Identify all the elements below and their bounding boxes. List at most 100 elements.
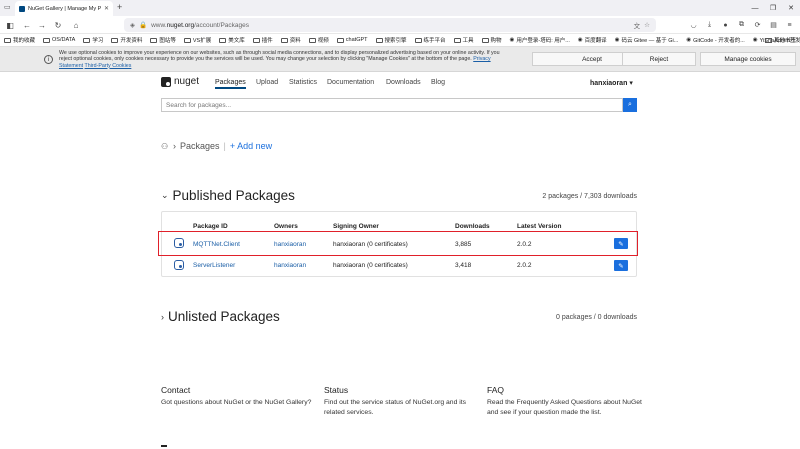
bookmark-item[interactable]: 学习 [83, 36, 103, 44]
nav-downloads[interactable]: Downloads [386, 79, 421, 86]
new-tab-icon[interactable]: + [117, 2, 122, 12]
folder-icon [43, 37, 51, 43]
bookmark-item[interactable]: ◉ GitCode - 开发者的... [686, 36, 744, 44]
reload-icon[interactable]: ↻ [51, 18, 65, 32]
unlisted-packages-header[interactable]: › Unlisted Packages [161, 309, 280, 324]
edit-package-button[interactable]: ✎ [614, 260, 628, 271]
folder-icon [252, 37, 260, 43]
shield-icon[interactable]: ◈ [130, 21, 135, 29]
person-icon[interactable]: ⚇ [161, 142, 169, 151]
published-stats: 2 packages / 7,303 downloads [542, 193, 637, 200]
latest-version: 2.0.2 [517, 262, 532, 269]
bookmark-item[interactable]: ◉ 用户登录-塔码: 用户... [510, 36, 570, 44]
breadcrumb-current: Packages [180, 141, 220, 151]
bookmark-item[interactable]: 图站等 [150, 36, 176, 44]
folder-icon [183, 37, 191, 43]
nuget-logo[interactable]: nuget [161, 76, 199, 87]
folder-icon [150, 37, 158, 43]
forward-arrow-icon[interactable]: → [35, 18, 49, 32]
menu-icon[interactable]: ≡ [783, 18, 796, 32]
folder-icon [308, 37, 316, 43]
nav-statistics[interactable]: Statistics [289, 79, 317, 86]
bookmark-item[interactable]: 视频 [308, 36, 329, 44]
package-link[interactable]: ServerListener [193, 262, 235, 269]
close-tab-icon[interactable]: ✕ [104, 5, 109, 12]
bookmark-item[interactable]: 练手平台 [414, 36, 446, 44]
footer-status: Status Find out the service status of Nu… [324, 385, 474, 417]
col-downloads: Downloads [455, 223, 490, 230]
bookmark-item[interactable]: chatGPT [336, 37, 368, 43]
bookmark-item[interactable]: 美文库 [219, 36, 245, 44]
pencil-icon: ✎ [618, 262, 624, 270]
sidebar-toggle-icon[interactable]: ◧ [3, 18, 17, 32]
footer-faq-title: FAQ [487, 385, 505, 395]
footer-contact-text[interactable]: Got questions about NuGet or the NuGet G… [161, 398, 316, 408]
cookie-banner: i We use optional cookies to improve you… [0, 47, 800, 72]
nav-packages[interactable]: Packages [215, 79, 246, 89]
footer-status-text[interactable]: Find out the service status of NuGet.org… [324, 398, 474, 417]
published-packages-header[interactable]: ⌄ Published Packages [161, 188, 295, 203]
third-party-cookies-link[interactable]: Third-Party Cookies [85, 63, 132, 69]
nav-upload[interactable]: Upload [256, 79, 278, 86]
folder-icon [336, 37, 344, 43]
footer-faq-text[interactable]: Read the Frequently Asked Questions abou… [487, 398, 642, 417]
translate-icon[interactable]: 文 [634, 20, 641, 30]
back-arrow-icon[interactable]: ← [20, 18, 34, 32]
pocket-icon[interactable]: ◡ [687, 18, 700, 32]
other-bookmarks[interactable]: 其他书签 [764, 36, 796, 44]
sync-icon[interactable]: ⟳ [751, 18, 764, 32]
browser-tab-bar: ▭ NuGet Gallery | Manage My P ✕ + — ❐ ✕ [0, 0, 800, 16]
restore-icon[interactable]: ❐ [764, 0, 782, 16]
url-text[interactable]: www.nuget.org/account/Packages [151, 22, 630, 29]
bookmark-item[interactable]: 我的收藏 [4, 36, 35, 44]
home-icon[interactable]: ⌂ [69, 18, 83, 32]
downloads-icon[interactable]: ⤓ [703, 18, 716, 32]
lock-icon[interactable]: 🔒 [139, 21, 147, 29]
col-package-id: Package ID [193, 223, 228, 230]
bookmark-item[interactable]: 工具 [453, 36, 474, 44]
folder-icon [375, 37, 383, 43]
bookmark-item[interactable]: 搜索引擎 [375, 36, 407, 44]
folder-icon [414, 37, 422, 43]
folder-icon [453, 37, 461, 43]
toolbar-icons: ◡ ⤓ ● ⧉ ⟳ ▤ ≡ [687, 18, 796, 32]
nav-documentation[interactable]: Documentation [327, 79, 374, 86]
search-input[interactable]: Search for packages... [161, 98, 623, 112]
download-count: 3,418 [455, 262, 472, 269]
tab-list-icon[interactable]: ▭ [4, 3, 11, 11]
minimize-icon[interactable]: — [746, 0, 764, 16]
nuget-favicon-icon [19, 5, 25, 12]
folder-icon [280, 37, 288, 43]
manage-cookies-button[interactable]: Manage cookies [700, 52, 796, 66]
add-new-link[interactable]: + Add new [230, 141, 272, 151]
info-icon: i [44, 55, 53, 64]
url-bar[interactable]: ◈ 🔒 www.nuget.org/account/Packages 文 ☆ [124, 18, 656, 32]
bookmark-item[interactable]: 开发资料 [111, 36, 142, 44]
bookmarks-bar: 我的收藏 OS/DATA 学习 开发资料 图站等 VS扩展 美文库 插件 资料 … [0, 34, 800, 47]
bookmark-star-icon[interactable]: ☆ [644, 21, 650, 29]
search-button[interactable]: ⌕ [623, 98, 637, 112]
breadcrumb: ⚇ › Packages | + Add new [161, 141, 272, 151]
extensions-icon[interactable]: ⧉ [735, 18, 748, 32]
signing-owner: hanxiaoran (0 certificates) [333, 262, 408, 269]
window-controls: — ❐ ✕ [746, 0, 800, 16]
bookmark-item[interactable]: OS/DATA [43, 37, 75, 43]
bookmark-item[interactable]: 购物 [481, 36, 502, 44]
bookmark-item[interactable]: ◉ 百度翻译 [578, 36, 607, 44]
account-icon[interactable]: ● [719, 18, 732, 32]
footer-contact: Contact Got questions about NuGet or the… [161, 385, 316, 408]
reject-cookies-button[interactable]: Reject [622, 52, 696, 66]
nav-blog[interactable]: Blog [431, 79, 445, 86]
bookmark-item[interactable]: ◉ 码云 Gitee — 基于 Gi... [615, 36, 679, 44]
owner-link[interactable]: hanxiaoran [274, 262, 306, 269]
user-menu[interactable]: hanxiaoran ▾ [590, 79, 633, 87]
folder-icon [4, 37, 11, 43]
close-window-icon[interactable]: ✕ [782, 0, 800, 16]
bookmark-item[interactable]: VS扩展 [183, 36, 211, 44]
caret-down-icon: ▾ [629, 80, 633, 87]
library-icon[interactable]: ▤ [767, 18, 780, 32]
bookmark-item[interactable]: 资料 [280, 36, 301, 44]
browser-tab[interactable]: NuGet Gallery | Manage My P ✕ [15, 1, 113, 16]
bookmark-item[interactable]: 插件 [252, 36, 273, 44]
footer-faq: FAQ Read the Frequently Asked Questions … [487, 385, 642, 417]
